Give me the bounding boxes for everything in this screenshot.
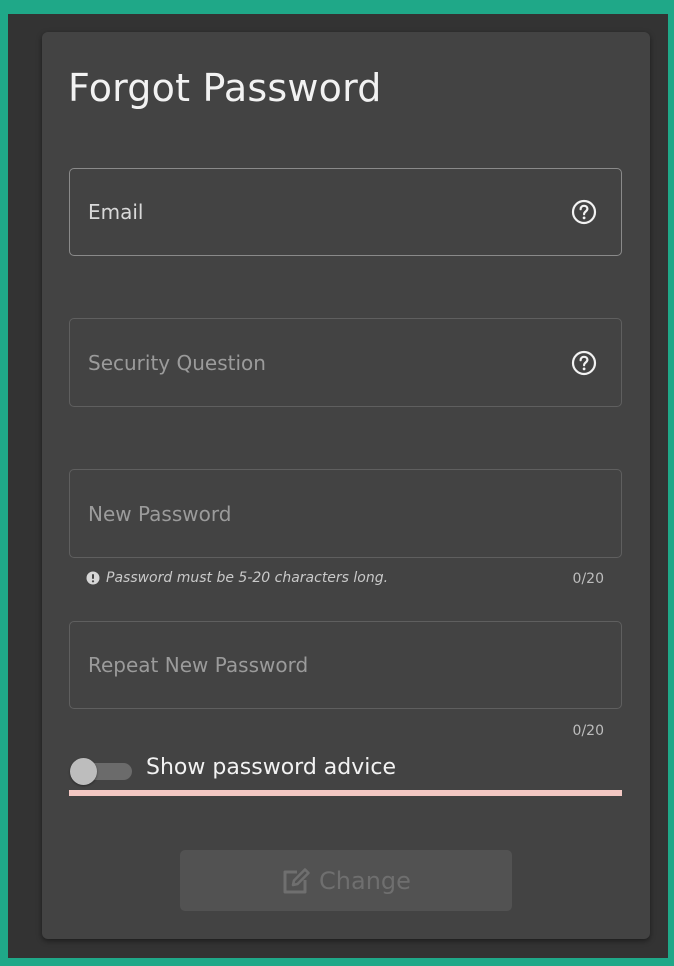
email-input[interactable] <box>70 169 621 255</box>
new-password-field <box>69 469 622 558</box>
toggle-knob <box>70 758 97 785</box>
repeat-password-counter: 0/20 <box>572 723 604 739</box>
change-button-label: Change <box>319 866 411 895</box>
new-password-input[interactable] <box>70 470 621 557</box>
security-question-field <box>69 318 622 407</box>
password-hint-text: Password must be 5-20 characters long. <box>106 570 389 586</box>
password-advice-toggle[interactable] <box>70 758 134 785</box>
security-question-help-icon[interactable] <box>571 350 597 376</box>
page-title: Forgot Password <box>68 66 382 110</box>
change-button[interactable]: Change <box>180 850 512 911</box>
repeat-password-field <box>69 621 622 709</box>
divider <box>69 790 622 796</box>
repeat-password-input[interactable] <box>70 622 621 708</box>
email-help-icon[interactable] <box>571 199 597 225</box>
security-question-input[interactable] <box>70 319 621 406</box>
new-password-counter: 0/20 <box>572 571 604 587</box>
password-advice-label: Show password advice <box>146 755 397 780</box>
edit-icon <box>283 867 310 893</box>
email-field <box>69 168 622 256</box>
password-hint: Password must be 5-20 characters long. <box>86 570 388 586</box>
info-icon <box>86 571 100 585</box>
